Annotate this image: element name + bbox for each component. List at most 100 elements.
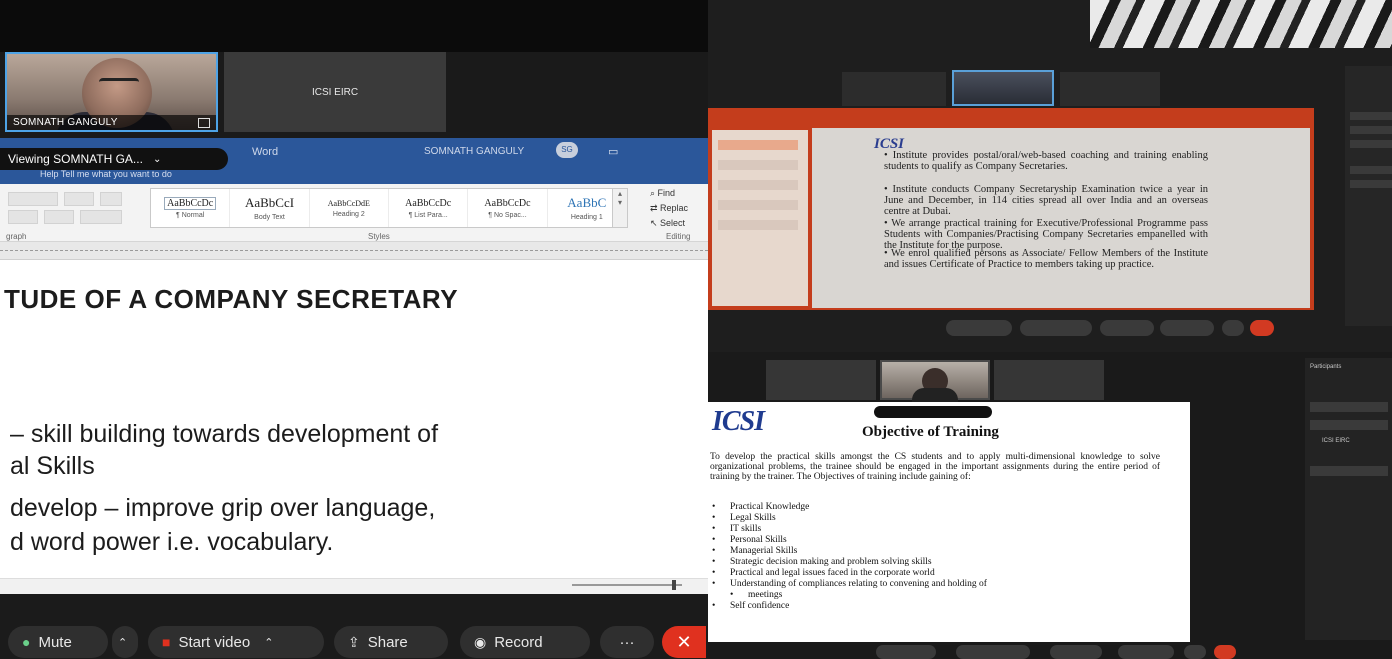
styles-gallery: AaBbCcDc ¶ Normal AaBbCcI Body Text AaBb… (150, 188, 628, 228)
word-user-name: SOMNATH GANGULY (424, 146, 525, 157)
borders-button[interactable] (80, 210, 122, 224)
participant-tile[interactable] (994, 360, 1104, 400)
style-no-spacing[interactable]: AaBbCcDc ¶ No Spac... (468, 189, 548, 227)
end-call-button[interactable] (1214, 645, 1236, 659)
icsi-logo: ICSI (712, 406, 765, 437)
microphone-icon: ● (22, 634, 31, 650)
document-heading: Objective of Training (862, 424, 999, 440)
ribbon-display-icon[interactable]: ▭ (608, 145, 618, 158)
avatar[interactable]: SG (556, 142, 578, 158)
presenter-body (912, 388, 958, 402)
viewing-share-pill[interactable] (874, 406, 992, 418)
shading-button[interactable] (44, 210, 74, 224)
style-preview: AaBbCcDdE (327, 198, 370, 208)
meeting-button[interactable] (1020, 320, 1092, 336)
zoom-slider[interactable] (572, 584, 682, 586)
ruler[interactable] (0, 242, 708, 260)
slide-thumbnail[interactable] (718, 180, 798, 190)
viewing-share-pill[interactable]: Viewing SOMNATH GA... ⌄ (0, 148, 228, 170)
slide-thumbnail[interactable] (718, 220, 798, 230)
mute-button[interactable] (876, 645, 936, 659)
participant-row[interactable]: ICSI EIRC (1310, 438, 1388, 448)
more-button[interactable] (1222, 320, 1244, 336)
end-call-button[interactable] (1250, 320, 1274, 336)
chevron-down-icon: ⌄ (152, 153, 162, 165)
word-status-bar (0, 578, 708, 594)
sort-button[interactable] (100, 192, 122, 206)
paragraph-group-label: graph (6, 232, 27, 241)
speaker-video-tile[interactable]: SOMNATH GANGULY (5, 52, 218, 132)
participant-row[interactable] (1350, 112, 1392, 120)
share-button[interactable]: ⇪ Share (334, 626, 448, 658)
record-button[interactable] (1118, 645, 1174, 659)
style-body-text[interactable]: AaBbCcI Body Text (230, 189, 310, 227)
align-buttons[interactable] (8, 210, 38, 224)
participant-row[interactable] (1350, 140, 1392, 148)
mute-label: Mute (38, 633, 72, 651)
participant-row[interactable] (1310, 466, 1388, 476)
participant-thumbnail[interactable] (1060, 72, 1160, 106)
participant-row[interactable] (1350, 126, 1392, 134)
participants-title: Participants (1310, 364, 1342, 370)
participant-row[interactable] (1350, 180, 1392, 188)
record-button[interactable]: ◉ Record (460, 626, 590, 658)
slide-thumbnail[interactable] (718, 160, 798, 170)
record-icon: ◉ (474, 633, 487, 650)
participant-row[interactable] (1310, 402, 1388, 412)
bullet-text: Institute conducts Company Secretaryship… (884, 184, 1208, 217)
style-heading-2[interactable]: AaBbCcDdE Heading 2 (310, 189, 389, 227)
slide-thumbnail-pane[interactable] (712, 130, 808, 306)
more-button[interactable] (1184, 645, 1206, 659)
meeting-button[interactable] (946, 320, 1012, 336)
document-heading: TUDE OF A COMPANY SECRETARY (4, 284, 459, 314)
end-call-button[interactable]: ✕ (662, 626, 706, 658)
start-video-button[interactable]: ■ Start video ⌃ (148, 626, 324, 658)
record-label: Record (494, 633, 543, 651)
meeting-button[interactable] (1160, 320, 1214, 336)
style-normal[interactable]: AaBbCcDc ¶ Normal (151, 189, 231, 227)
meeting-button[interactable] (1100, 320, 1154, 336)
list-item: Legal Skills (712, 513, 776, 523)
participant-tile[interactable]: ICSI EIRC (224, 52, 446, 132)
share-screen-icon: ⇪ (348, 633, 360, 650)
screenshot-collage: SOMNATH GANGULY ICSI EIRC Word SOMNATH G… (0, 0, 1392, 659)
list-item: Strategic decision making and problem so… (712, 557, 932, 567)
slide-thumbnail[interactable] (718, 200, 798, 210)
participant-name: ICSI EIRC (1322, 438, 1350, 444)
list-buttons[interactable] (8, 192, 58, 206)
active-speaker-thumbnail[interactable] (952, 70, 1054, 106)
slide-bullet: • Institute provides postal/oral/web-bas… (884, 150, 1208, 172)
ruler-ticks (0, 250, 708, 251)
document-line: al Skills (10, 452, 95, 480)
presenter-video-tile[interactable] (880, 360, 990, 402)
list-item: Practical and legal issues faced in the … (712, 568, 935, 578)
share-button[interactable] (1050, 645, 1102, 659)
gallery-scroll-buttons[interactable]: ▴ ▾ (612, 188, 628, 228)
indent-buttons[interactable] (64, 192, 94, 206)
pin-icon[interactable] (198, 118, 210, 128)
speaker-glasses (99, 78, 139, 88)
participant-row[interactable] (1310, 420, 1388, 430)
style-list-paragraph[interactable]: AaBbCcDc ¶ List Para... (389, 189, 469, 227)
replace-button[interactable]: ⇄ Replac (650, 201, 708, 216)
participant-tile[interactable] (766, 360, 876, 400)
document-canvas[interactable]: TUDE OF A COMPANY SECRETARY – skill buil… (0, 260, 708, 578)
participant-thumbnail[interactable] (842, 72, 946, 106)
list-item: Understanding of compliances relating to… (712, 579, 987, 589)
select-button[interactable]: ↖ Select (650, 216, 708, 231)
audio-options-button[interactable]: ⌃ (112, 626, 138, 658)
style-preview: AaBbCcDc (164, 196, 217, 210)
participants-panel (1345, 66, 1392, 326)
style-preview: AaBbCcI (244, 195, 295, 210)
start-video-label: Start video (178, 633, 251, 651)
video-button[interactable] (956, 645, 1030, 659)
slide-thumbnail[interactable] (718, 140, 798, 150)
style-name: Heading 1 (570, 214, 603, 221)
find-button[interactable]: ⌕ Find (650, 186, 708, 201)
more-icon: ··· (619, 633, 635, 651)
more-button[interactable]: ··· (600, 626, 654, 658)
participant-row[interactable] (1350, 166, 1392, 174)
mute-button[interactable]: ● Mute (8, 626, 108, 658)
zoom-slider-handle[interactable] (672, 580, 676, 590)
style-name: ¶ List Para... (408, 211, 448, 219)
